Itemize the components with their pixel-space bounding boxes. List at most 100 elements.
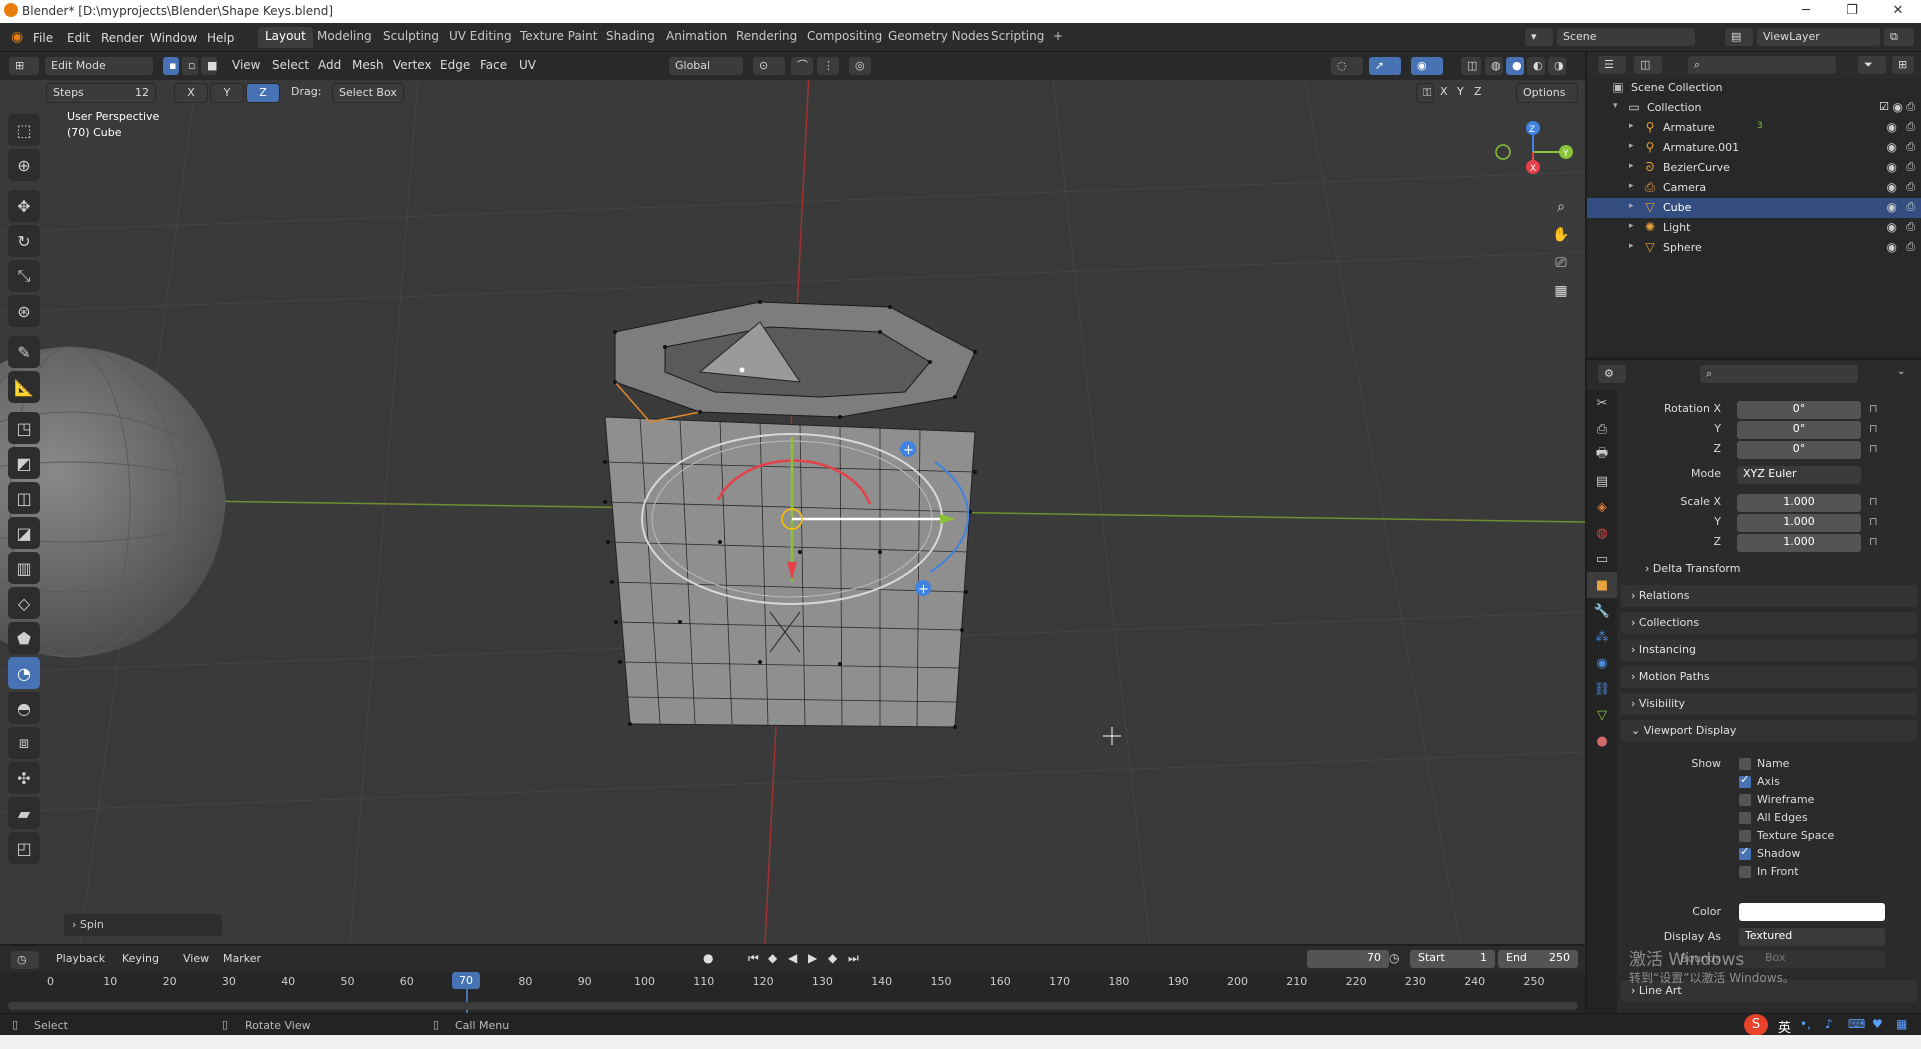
keyboard-icon[interactable]: ⌨ — [1848, 1017, 1865, 1031]
transform-orientation-dropdown[interactable]: Global — [668, 56, 744, 76]
menu-face[interactable]: Face — [480, 58, 507, 72]
lock-icon[interactable]: ⊓ — [1869, 402, 1878, 415]
expand-arrow-icon[interactable]: ▸ — [1629, 221, 1634, 231]
transform-icon[interactable]: ⊛ — [8, 295, 40, 327]
outliner-item-armature[interactable]: ▸ ⚲ Armature 3 ◉ ⎙ — [1587, 118, 1921, 138]
section-relations[interactable]: › Relations — [1621, 585, 1917, 607]
rotate-icon[interactable]: ↻ — [8, 225, 40, 257]
constraints-tab-icon[interactable]: ⛓ — [1587, 676, 1617, 702]
menu-window[interactable]: Window — [145, 29, 202, 47]
tab-scripting[interactable]: Scripting — [984, 27, 1051, 48]
rotation-y-field[interactable]: 0° — [1737, 421, 1861, 439]
mirror-x[interactable]: X — [1440, 85, 1448, 98]
rotation-z-field[interactable]: 0° — [1737, 441, 1861, 459]
data-tab-icon[interactable]: ▽ — [1587, 702, 1617, 728]
view-layer-new-icon[interactable]: ⧉ — [1883, 27, 1915, 47]
menu-help[interactable]: Help — [202, 29, 239, 47]
bounds-dropdown[interactable]: Box — [1739, 950, 1885, 968]
filter-icon[interactable]: ⏷ — [1857, 55, 1887, 75]
expand-arrow-icon[interactable]: ▸ — [1629, 181, 1634, 191]
expand-arrow-icon[interactable]: ▸ — [1629, 241, 1634, 251]
mirror-icon[interactable]: ⚿ — [1416, 83, 1434, 103]
current-frame-field[interactable]: 70 — [1307, 950, 1389, 968]
collection-checkbox-icon[interactable]: ☑ — [1879, 100, 1889, 113]
start-frame-field[interactable]: Start 1 — [1410, 950, 1495, 968]
ortho-toggle-icon[interactable]: ▦ — [1548, 278, 1574, 304]
new-collection-icon[interactable]: ⊞ — [1891, 55, 1915, 75]
collection-tab-icon[interactable]: ▭ — [1587, 546, 1617, 572]
checkbox-texture-space[interactable] — [1739, 830, 1751, 842]
prev-keyframe-icon[interactable]: ◆ — [768, 951, 777, 965]
output-tab-icon[interactable]: 🖶 — [1587, 442, 1617, 468]
jump-end-icon[interactable]: ⏭ — [848, 951, 859, 966]
proportional-edit-icon[interactable]: ◎ — [848, 56, 872, 76]
scene-selector[interactable]: Scene — [1556, 27, 1696, 47]
checkbox-wireframe[interactable] — [1739, 794, 1751, 806]
menu-view[interactable]: View — [232, 58, 260, 72]
section-viewport-display[interactable]: ⌄ Viewport Display — [1621, 720, 1917, 742]
eye-icon[interactable]: ◉ — [1887, 160, 1897, 174]
steps-field[interactable]: Steps 12 — [46, 83, 156, 103]
properties-options-icon[interactable]: ⌄ — [1897, 366, 1905, 377]
3d-viewport[interactable]: + + Z Y X ⊞ Edit Mode ▪ ▫ ■ View Select … — [0, 52, 1585, 944]
minimize-icon[interactable]: ─ — [1783, 0, 1829, 23]
render-camera-icon[interactable]: ⎙ — [1906, 140, 1915, 154]
overlays-icon[interactable]: ◉ — [1410, 56, 1444, 76]
record-icon[interactable]: ● — [703, 951, 713, 965]
scale-x-field[interactable]: 1.000 — [1737, 494, 1861, 512]
checkbox-all-edges[interactable] — [1739, 812, 1751, 824]
tab-animation[interactable]: Animation — [659, 27, 734, 48]
ime-logo-icon[interactable]: S — [1744, 1014, 1768, 1036]
bevel-icon[interactable]: ◪ — [8, 517, 40, 549]
expand-arrow-icon[interactable]: ▸ — [1629, 121, 1634, 131]
blender-menu-icon[interactable]: ◉ — [6, 27, 28, 47]
tab-layout[interactable]: Layout — [258, 27, 313, 48]
color-swatch[interactable] — [1739, 903, 1885, 921]
particles-tab-icon[interactable]: ⁂ — [1587, 624, 1617, 650]
shading-rendered-icon[interactable]: ◑ — [1547, 56, 1567, 76]
view-layer-tab-icon[interactable]: ▤ — [1587, 468, 1617, 494]
outliner-item-beziercurve[interactable]: ▸ ᘐ BezierCurve ◉ ⎙ — [1587, 158, 1921, 178]
loop-cut-icon[interactable]: ▥ — [8, 552, 40, 584]
checkbox-axis[interactable] — [1739, 773, 1751, 788]
eye-icon[interactable]: ◉ — [1887, 240, 1897, 254]
scale-icon[interactable]: ⤡ — [8, 260, 40, 292]
modifier-tab-icon[interactable]: 🔧 — [1587, 598, 1617, 624]
annotate-icon[interactable]: ✎ — [8, 336, 40, 368]
render-camera-icon[interactable]: ⎙ — [1906, 200, 1915, 214]
snap-icon[interactable]: ⌒ — [790, 56, 814, 76]
outliner-item-cube[interactable]: ▸ ▽ Cube ◉ ⎙ — [1587, 198, 1921, 218]
move-icon[interactable]: ✥ — [8, 190, 40, 222]
render-camera-icon[interactable]: ⎙ — [1906, 180, 1915, 194]
editor-type-icon[interactable]: ⊞ — [8, 56, 40, 76]
menu-render[interactable]: Render — [96, 29, 149, 47]
display-mode-icon[interactable]: ◫ — [1633, 55, 1663, 75]
lock-icon[interactable]: ⊓ — [1869, 535, 1878, 548]
add-cube-icon[interactable]: ◳ — [8, 412, 40, 444]
axis-y-button[interactable]: Y — [210, 83, 244, 103]
properties-search-field[interactable]: ⌕ — [1699, 364, 1859, 384]
tab-uv-editing[interactable]: UV Editing — [442, 27, 519, 48]
lock-icon[interactable]: ⊓ — [1869, 495, 1878, 508]
next-keyframe-icon[interactable]: ◆ — [828, 951, 837, 965]
checkbox-name[interactable] — [1739, 758, 1751, 770]
outliner-item-camera[interactable]: ▸ ⎙ Camera ◉ ⎙ — [1587, 178, 1921, 198]
microphone-icon[interactable]: ♪ — [1825, 1017, 1833, 1031]
section-instancing[interactable]: › Instancing — [1621, 639, 1917, 661]
shading-material-icon[interactable]: ◐ — [1526, 56, 1546, 76]
tab-modeling[interactable]: Modeling — [310, 27, 379, 48]
axis-z-button[interactable]: Z — [246, 83, 280, 103]
section-visibility[interactable]: › Visibility — [1621, 693, 1917, 715]
snap-target-icon[interactable]: ⋮ — [816, 56, 840, 76]
checkbox-in-front[interactable] — [1739, 866, 1751, 878]
last-operator-panel[interactable]: › Spin — [64, 914, 222, 936]
view-layer-icon[interactable]: ▤ — [1724, 27, 1754, 47]
playhead-frame[interactable]: 70 — [452, 972, 480, 989]
tab-rendering[interactable]: Rendering — [729, 27, 804, 48]
material-tab-icon[interactable]: ● — [1587, 728, 1617, 754]
render-camera-icon[interactable]: ⎙ — [1906, 100, 1915, 114]
rip-icon[interactable]: ◰ — [8, 832, 40, 864]
camera-view-icon[interactable]: ⎚ — [1548, 250, 1574, 276]
skin-icon[interactable]: ♥ — [1872, 1017, 1883, 1031]
extrude-icon[interactable]: ◩ — [8, 447, 40, 479]
